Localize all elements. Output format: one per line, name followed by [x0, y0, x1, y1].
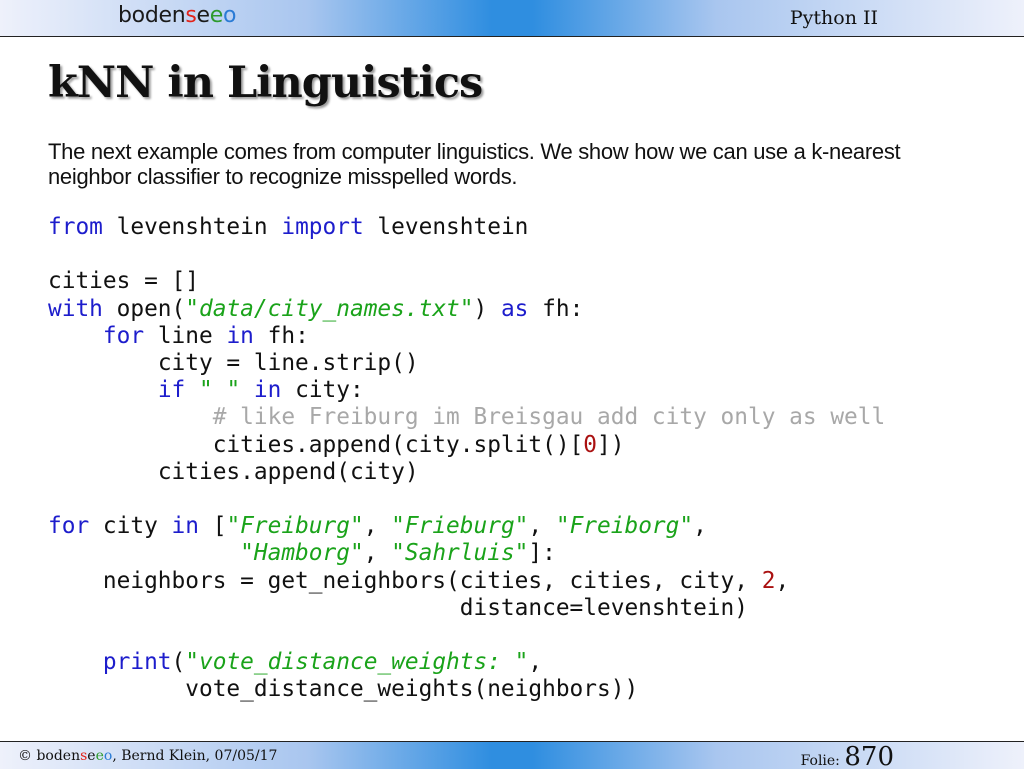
code-line: with open("data/city_names.txt") as fh: — [48, 295, 584, 322]
code-line: vote_distance_weights(neighbors)) — [185, 676, 639, 703]
code-line: print("vote_distance_weights: ", — [102, 649, 543, 676]
footer-credit: © bodenseeo, Bernd Klein, 07/05/17 — [18, 748, 278, 764]
intro-paragraph: The next example comes from computer lin… — [48, 139, 901, 189]
logo-part: e — [209, 3, 224, 28]
code-line: neighbors = get_neighbors(cities, cities… — [102, 567, 790, 594]
course-title: Python II — [789, 7, 878, 29]
logo-part: o — [223, 3, 237, 28]
logo-part: boden — [118, 3, 186, 28]
code-line: distance=levenshtein) — [459, 594, 748, 621]
code-line: cities.append(city) — [157, 458, 419, 485]
footer-bar: © bodenseeo, Bernd Klein, 07/05/17 Folie… — [0, 741, 1024, 772]
code-line: for city in ["Freiburg", "Frieburg", "Fr… — [48, 513, 707, 540]
header-bar: bodenseeo Python II — [0, 0, 1024, 37]
code-line: for line in fh: — [102, 322, 309, 349]
code-block: from levenshtein import levenshtein citi… — [48, 214, 885, 704]
logo-part: e — [196, 3, 211, 28]
code-line: from levenshtein import levenshtein — [48, 214, 529, 240]
code-line: city = line.strip() — [157, 350, 419, 377]
code-line: # like Freiburg im Breisgau add city onl… — [48, 404, 886, 431]
code-line: cities.append(city.split()[0]) — [212, 431, 625, 458]
code-line: cities = [] — [48, 268, 199, 295]
code-comment: # like Freiburg im Breisgau add city onl… — [212, 404, 886, 431]
logo-part: s — [185, 3, 197, 28]
code-line: "Hamborg", "Sahrluis"]: — [240, 540, 556, 567]
bodenseo-logo: bodenseeo — [118, 3, 237, 28]
slide-title: kNN in Linguistics — [48, 58, 483, 108]
code-line: if " " in city: — [157, 377, 364, 404]
